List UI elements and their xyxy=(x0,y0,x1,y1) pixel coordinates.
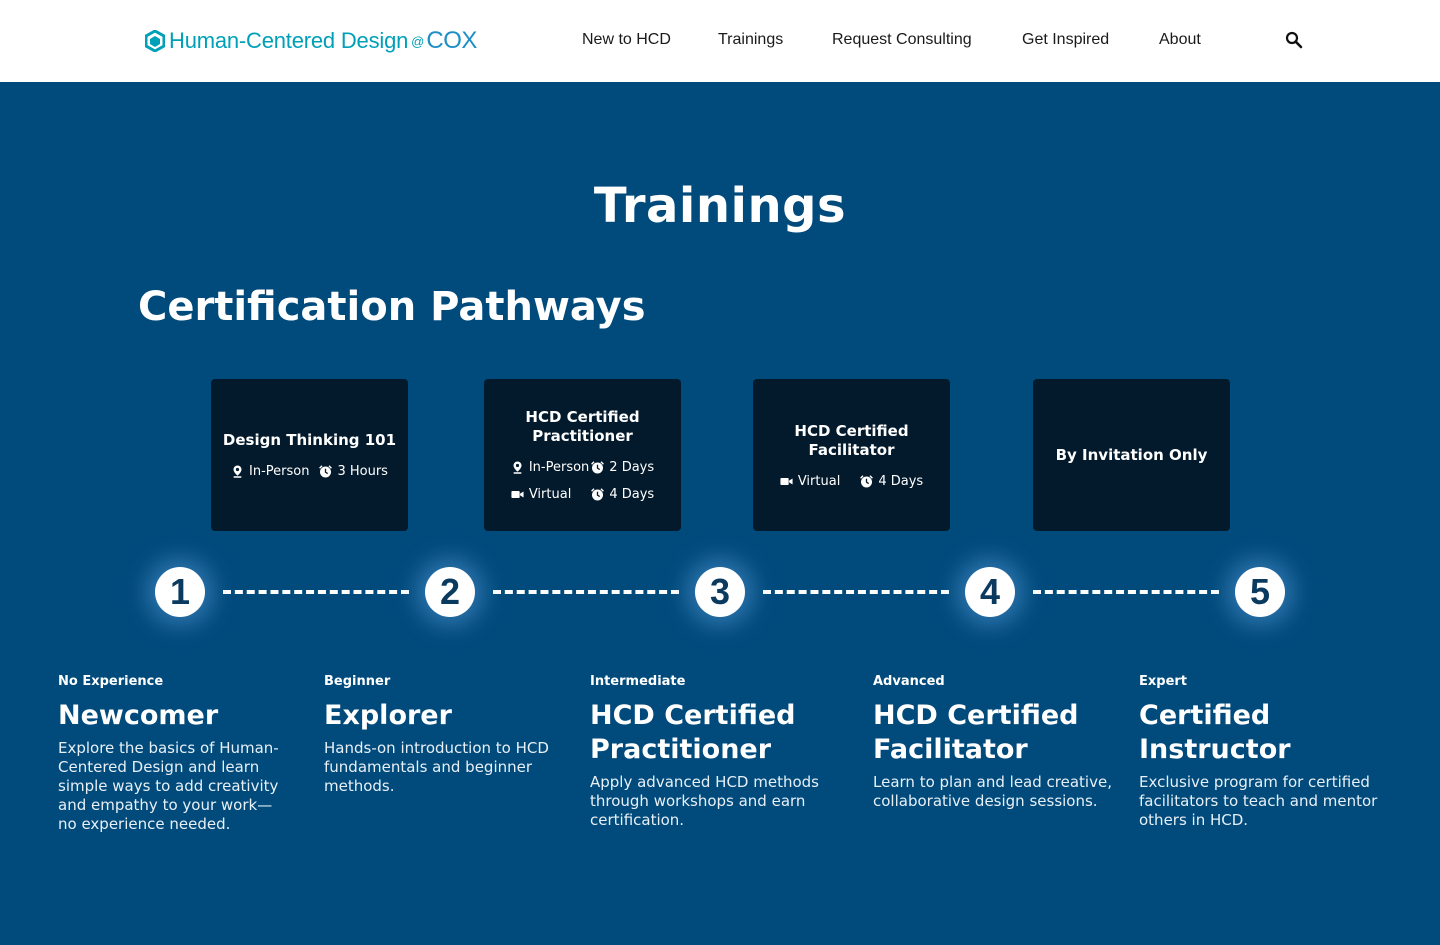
level-tag: No Experience xyxy=(58,674,164,689)
meta-format: In-Person xyxy=(511,460,589,475)
clock-icon xyxy=(319,465,333,478)
training-card-hcd-certified-practitioner[interactable]: HCD Certified Practitioner In-Person 2 D… xyxy=(484,379,681,531)
pathway-connector xyxy=(1033,590,1219,594)
meta-duration-label: 4 Days xyxy=(878,473,924,489)
video-icon xyxy=(511,491,524,498)
pathway-connector xyxy=(763,590,949,594)
meta-duration-label: 3 Hours xyxy=(337,464,388,479)
meta-duration: 2 Days xyxy=(591,460,654,475)
logo-at-text: @ xyxy=(411,33,425,49)
site-logo[interactable]: Human-Centered Design @ COX xyxy=(145,27,477,54)
meta-duration: 4 Days xyxy=(591,487,654,502)
nav-trainings[interactable]: Trainings xyxy=(718,31,783,49)
level-description: Apply advanced HCD methods through works… xyxy=(590,773,819,829)
level-instructor: Expert Certified Instructor Exclusive pr… xyxy=(1139,673,1389,830)
section-title: Certification Pathways xyxy=(138,284,646,330)
level-tag: Beginner xyxy=(324,674,391,689)
page-title: Trainings xyxy=(593,178,847,234)
level-explorer: Beginner Explorer Hands-on introduction … xyxy=(324,673,564,796)
level-facilitator: Advanced HCD Certified Facilitator Learn… xyxy=(873,673,1113,811)
training-card-design-thinking-101[interactable]: Design Thinking 101 In-Person 3 Hours xyxy=(211,379,408,531)
nav-get-inspired[interactable]: Get Inspired xyxy=(1022,31,1109,49)
pathway-connector xyxy=(493,590,679,594)
step-2-badge: 2 xyxy=(425,567,475,617)
meta-duration: 3 Hours xyxy=(319,464,388,479)
video-icon xyxy=(780,477,793,485)
meta-duration-label: 4 Days xyxy=(609,487,655,502)
level-description: Exclusive program for certified facilita… xyxy=(1139,773,1378,829)
pathway-connector xyxy=(223,590,409,594)
level-title: HCD Certified Facilitator xyxy=(873,700,1079,765)
top-navigation-bar: Human-Centered Design @ COX New to HCD T… xyxy=(0,0,1440,82)
level-practitioner: Intermediate HCD Certified Practitioner … xyxy=(590,673,840,830)
meta-format: Virtual xyxy=(780,474,840,489)
meta-format-label: In-Person xyxy=(249,464,310,479)
card-title: HCD Certified Facilitator xyxy=(794,421,909,459)
level-title: Explorer xyxy=(324,700,452,731)
meta-duration-label: 2 Days xyxy=(609,460,655,475)
step-1-badge: 1 xyxy=(155,567,205,617)
logo-brand-text: Human-Centered Design xyxy=(169,28,409,53)
meta-format-label: Virtual xyxy=(528,487,572,502)
card-meta-row: In-Person 2 Days xyxy=(511,460,654,475)
logo-company-text: COX xyxy=(426,27,477,54)
nav-about[interactable]: About xyxy=(1159,31,1201,49)
card-title: By Invitation Only xyxy=(1055,445,1208,464)
location-icon xyxy=(513,461,522,474)
clock-icon xyxy=(860,474,874,487)
card-title: HCD Certified Practitioner xyxy=(525,408,640,445)
level-tag: Advanced xyxy=(873,674,945,689)
step-5-badge: 5 xyxy=(1235,567,1285,617)
level-description: Learn to plan and lead creative, collabo… xyxy=(873,773,1112,810)
level-tag: Intermediate xyxy=(590,674,686,689)
meta-format-label: In-Person xyxy=(528,460,590,475)
step-4-badge: 4 xyxy=(965,567,1015,617)
level-title: Newcomer xyxy=(58,700,219,731)
card-meta-row: In-Person 3 Hours xyxy=(231,464,388,479)
clock-icon xyxy=(591,461,605,474)
level-newcomer: No Experience Newcomer Explore the basic… xyxy=(58,673,288,834)
location-icon xyxy=(233,465,242,478)
hexagon-logo-icon xyxy=(145,30,165,52)
meta-duration: 4 Days xyxy=(860,474,923,489)
level-description: Hands-on introduction to HCD fundamental… xyxy=(324,739,549,795)
step-3-badge: 3 xyxy=(695,567,745,617)
training-card-hcd-certified-facilitator[interactable]: HCD Certified Facilitator Virtual 4 Days xyxy=(753,379,950,531)
level-description: Explore the basics of Human-Centered Des… xyxy=(58,739,279,833)
meta-format: In-Person xyxy=(231,464,309,479)
card-meta-row: Virtual 4 Days xyxy=(780,474,923,489)
nav-new-to-hcd[interactable]: New to HCD xyxy=(582,31,671,49)
card-title: Design Thinking 101 xyxy=(222,431,397,449)
level-title: Certified Instructor xyxy=(1139,700,1291,765)
card-meta-row: Virtual 4 Days xyxy=(511,487,654,502)
training-card-by-invitation-only[interactable]: By Invitation Only xyxy=(1033,379,1230,531)
clock-icon xyxy=(591,488,605,501)
level-title: HCD Certified Practitioner xyxy=(590,700,796,765)
level-tag: Expert xyxy=(1139,674,1188,689)
meta-format-label: Virtual xyxy=(797,473,841,489)
search-icon[interactable] xyxy=(1285,31,1303,49)
nav-request-consulting[interactable]: Request Consulting xyxy=(832,31,972,49)
meta-format: Virtual xyxy=(511,487,571,502)
